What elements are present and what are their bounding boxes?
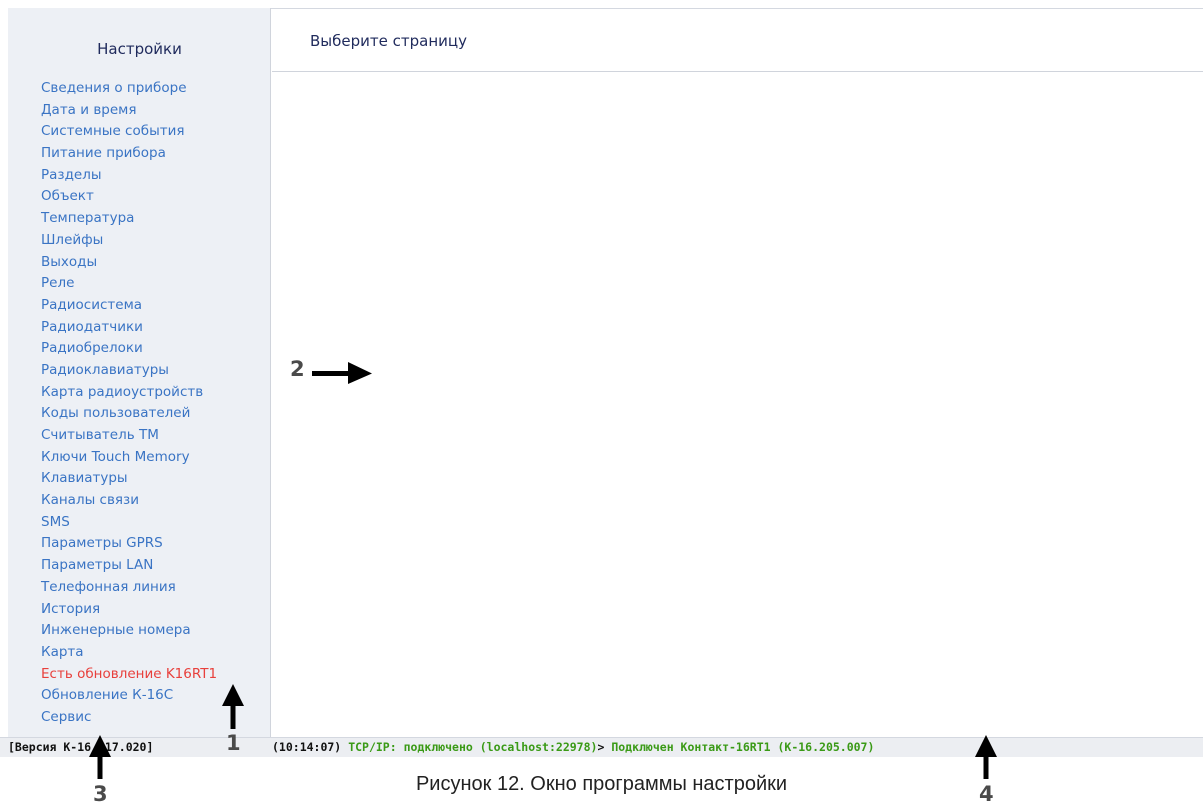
sidebar-item[interactable]: Считыватель ТМ	[41, 425, 217, 447]
sidebar-item[interactable]: Температура	[41, 208, 217, 230]
status-connection: (10:14:07) TCP/IP: подключено (localhost…	[272, 738, 874, 757]
sidebar-item[interactable]: Телефонная линия	[41, 577, 217, 599]
status-tcp: TCP/IP: подключено (localhost:22978)	[348, 740, 598, 754]
sidebar-item[interactable]: Радиоклавиатуры	[41, 360, 217, 382]
figure-caption: Рисунок 12. Окно программы настройки	[415, 773, 788, 795]
annotation-arrow-2	[312, 362, 372, 384]
sidebar-item[interactable]: Радиобрелоки	[41, 338, 217, 360]
sidebar-item[interactable]: Радиосистема	[41, 295, 217, 317]
content-area	[272, 72, 1203, 738]
sidebar-title: Настройки	[97, 40, 182, 58]
status-bar: [Версия К-16.017.020] (10:14:07) TCP/IP:…	[0, 737, 1203, 757]
sidebar-item[interactable]: Инженерные номера	[41, 620, 217, 642]
sidebar-item[interactable]: Обновление К-16С	[41, 685, 217, 707]
sidebar-item[interactable]: Питание прибора	[41, 143, 217, 165]
annotation-arrow-1	[222, 684, 244, 729]
sidebar-item[interactable]: История	[41, 599, 217, 621]
sidebar: Настройки Сведения о приборе Дата и время…	[8, 8, 271, 738]
sidebar-item[interactable]: Коды пользователей	[41, 403, 217, 425]
sidebar-item[interactable]: Системные события	[41, 121, 217, 143]
sidebar-item[interactable]: Разделы	[41, 165, 217, 187]
sidebar-item[interactable]: Параметры LAN	[41, 555, 217, 577]
status-device: Подключен Контакт-16RT1 (К-16.205.007)	[611, 740, 875, 754]
sidebar-item[interactable]: Дата и время	[41, 100, 217, 122]
sidebar-item[interactable]: Параметры GPRS	[41, 533, 217, 555]
sidebar-item[interactable]: Есть обновление K16RT1	[41, 664, 217, 686]
status-time: (10:14:07)	[272, 740, 342, 754]
sidebar-item[interactable]: Сервис	[41, 707, 217, 729]
sidebar-item[interactable]: Выходы	[41, 252, 217, 274]
page-title: Выберите страницу	[310, 32, 467, 50]
sidebar-item[interactable]: Объект	[41, 186, 217, 208]
sidebar-menu: Сведения о приборе Дата и время Системные …	[41, 78, 217, 729]
status-version: [Версия К-16.017.020]	[8, 740, 154, 754]
page-header: Выберите страницу	[272, 8, 1203, 72]
sidebar-item[interactable]: Радиодатчики	[41, 317, 217, 339]
status-separator: >	[597, 740, 605, 754]
sidebar-item[interactable]: Клавиатуры	[41, 468, 217, 490]
sidebar-item[interactable]: Карта радиоустройств	[41, 382, 217, 404]
sidebar-item[interactable]: Реле	[41, 273, 217, 295]
annotation-label-2: 2	[290, 357, 305, 381]
annotation-label-1: 1	[226, 731, 241, 755]
sidebar-item[interactable]: SMS	[41, 512, 217, 534]
sidebar-item[interactable]: Каналы связи	[41, 490, 217, 512]
sidebar-item[interactable]: Сведения о приборе	[41, 78, 217, 100]
sidebar-item[interactable]: Карта	[41, 642, 217, 664]
sidebar-item[interactable]: Шлейфы	[41, 230, 217, 252]
sidebar-item[interactable]: Ключи Touch Memory	[41, 447, 217, 469]
